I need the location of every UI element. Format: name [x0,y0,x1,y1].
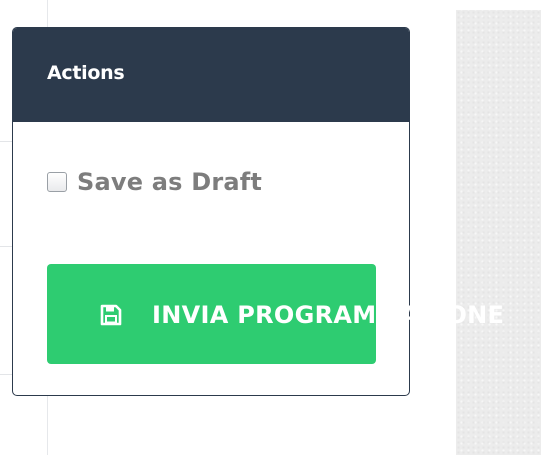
floppy-disk-icon [100,304,122,326]
grid-tick [0,141,12,142]
save-as-draft-row[interactable]: Save as Draft [47,168,262,196]
save-as-draft-checkbox[interactable] [47,172,67,192]
submit-button-label: INVIA PROGRAMMAZIONE [152,301,505,329]
card-title: Actions [47,62,125,84]
grid-tick [0,246,12,247]
save-as-draft-label[interactable]: Save as Draft [77,168,262,196]
actions-card: Actions Save as Draft INVIA PROGRAMMAZIO… [12,27,504,396]
card-header: Actions [13,28,409,122]
grid-tick [0,374,12,375]
submit-schedule-button[interactable]: INVIA PROGRAMMAZIONE [47,264,504,364]
background-panel [456,10,541,455]
